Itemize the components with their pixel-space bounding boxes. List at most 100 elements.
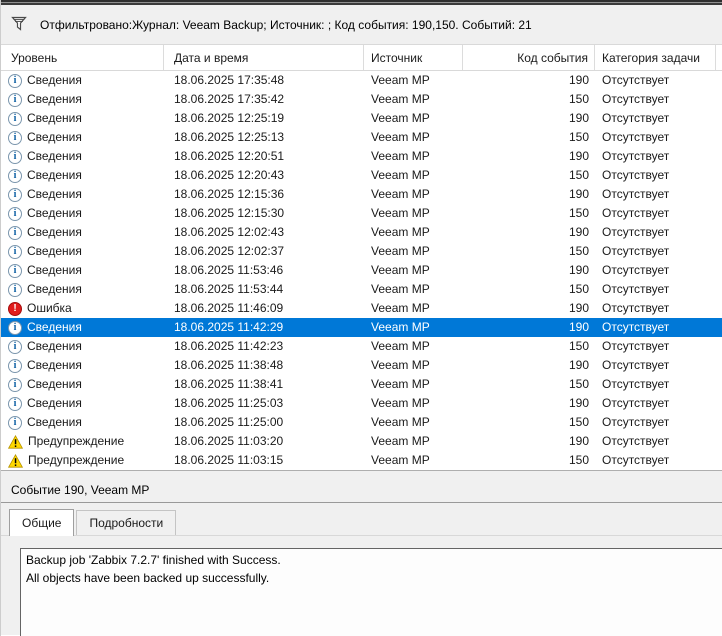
event-row[interactable]: i Сведения 18.06.2025 17:35:48 Veeam MP 190 О… (1, 71, 722, 90)
cell-level: i Сведения (1, 223, 164, 242)
cell-level: i Сведения (1, 318, 164, 337)
tab-general[interactable]: Общие (9, 509, 75, 536)
cell-category: Отсутствует (602, 339, 670, 353)
level-label: Сведения (27, 187, 82, 201)
cell-filler (716, 185, 722, 204)
cell-source: Veeam MP (371, 358, 430, 372)
preview-pane-title: Событие 190, Veeam MP (1, 477, 722, 503)
event-row[interactable]: Предупреждение 18.06.2025 11:03:20 Veeam M… (1, 432, 722, 451)
cell-level: i Сведения (1, 147, 164, 166)
info-icon: i (8, 377, 22, 392)
cell-code: 150 (568, 339, 589, 353)
event-row[interactable]: ! Ошибка 18.06.2025 11:46:09 Veeam MP 190 Отс… (1, 299, 722, 318)
event-row[interactable]: i Сведения 18.06.2025 12:25:13 Veeam MP 150 О… (1, 128, 722, 147)
cell-datetime: 18.06.2025 12:15:30 (174, 206, 285, 220)
cell-category: Отсутствует (602, 149, 670, 163)
event-description-line: All objects have been backed up successf… (26, 571, 270, 585)
event-row[interactable]: i Сведения 18.06.2025 11:25:00 Veeam MP 150 О… (1, 413, 722, 432)
cell-filler (716, 261, 722, 280)
info-icon: i (8, 358, 22, 373)
cell-code: 190 (568, 320, 589, 334)
cell-category: Отсутствует (602, 225, 670, 239)
event-viewer-panel: Отфильтровано:Журнал: Veeam Backup; Исто… (0, 0, 722, 636)
cell-source: Veeam MP (371, 434, 430, 448)
cell-filler (716, 413, 722, 432)
event-row[interactable]: i Сведения 18.06.2025 12:25:19 Veeam MP 190 О… (1, 109, 722, 128)
event-row[interactable]: i Сведения 18.06.2025 12:20:43 Veeam MP 150 О… (1, 166, 722, 185)
cell-datetime: 18.06.2025 11:38:41 (174, 377, 284, 391)
cell-source: Veeam MP (371, 73, 430, 87)
cell-filler (716, 375, 722, 394)
column-header-level[interactable]: Уровень (1, 45, 164, 70)
cell-level: i Сведения (1, 394, 164, 413)
level-label: Сведения (27, 339, 82, 353)
event-description-box[interactable]: Backup job 'Zabbix 7.2.7' finished with … (20, 548, 722, 636)
cell-source: Veeam MP (371, 149, 430, 163)
cell-level: Предупреждение (1, 432, 164, 451)
column-header-category[interactable]: Категория задачи (595, 45, 716, 70)
cell-filler (716, 356, 722, 375)
event-row-selected[interactable]: i Сведения 18.06.2025 11:42:29 Veeam MP 190 О… (1, 318, 722, 337)
cell-code: 190 (568, 149, 589, 163)
cell-filler (716, 90, 722, 109)
level-label: Сведения (27, 130, 82, 144)
event-row[interactable]: i Сведения 18.06.2025 11:53:44 Veeam MP 150 О… (1, 280, 722, 299)
cell-level: i Сведения (1, 337, 164, 356)
cell-category: Отсутствует (602, 453, 670, 467)
event-row[interactable]: i Сведения 18.06.2025 11:42:23 Veeam MP 150 О… (1, 337, 722, 356)
cell-category: Отсутствует (602, 73, 670, 87)
cell-datetime: 18.06.2025 12:15:36 (174, 187, 285, 201)
event-row[interactable]: i Сведения 18.06.2025 12:20:51 Veeam MP 190 О… (1, 147, 722, 166)
cell-source: Veeam MP (371, 206, 430, 220)
cell-datetime: 18.06.2025 12:20:43 (174, 168, 285, 182)
level-label: Сведения (27, 206, 82, 220)
level-label: Сведения (27, 168, 82, 182)
cell-filler (716, 71, 722, 90)
event-row[interactable]: i Сведения 18.06.2025 12:02:37 Veeam MP 150 О… (1, 242, 722, 261)
cell-category: Отсутствует (602, 244, 670, 258)
cell-datetime: 18.06.2025 11:38:48 (174, 358, 284, 372)
cell-filler (716, 280, 722, 299)
cell-source: Veeam MP (371, 244, 430, 258)
tab-details[interactable]: Подробности (76, 510, 177, 535)
cell-filler (716, 242, 722, 261)
cell-source: Veeam MP (371, 301, 430, 315)
cell-code: 190 (568, 301, 589, 315)
cell-source: Veeam MP (371, 339, 430, 353)
preview-tabstrip: Общие Подробности (1, 503, 722, 536)
column-header-datetime[interactable]: Дата и время (164, 45, 364, 70)
cell-code: 150 (568, 282, 589, 296)
event-row[interactable]: Предупреждение 18.06.2025 11:03:15 Veeam M… (1, 451, 722, 470)
cell-level: i Сведения (1, 413, 164, 432)
cell-filler (716, 128, 722, 147)
info-icon: i (8, 225, 22, 240)
cell-code: 190 (568, 263, 589, 277)
event-row[interactable]: i Сведения 18.06.2025 12:02:43 Veeam MP 190 О… (1, 223, 722, 242)
event-row[interactable]: i Сведения 18.06.2025 11:38:41 Veeam MP 150 О… (1, 375, 722, 394)
cell-source: Veeam MP (371, 453, 430, 467)
level-label: Ошибка (27, 301, 72, 315)
cell-level: i Сведения (1, 90, 164, 109)
event-row[interactable]: i Сведения 18.06.2025 11:53:46 Veeam MP 190 О… (1, 261, 722, 280)
cell-code: 150 (568, 377, 589, 391)
cell-source: Veeam MP (371, 396, 430, 410)
warning-icon (8, 453, 23, 468)
column-header-source[interactable]: Источник (364, 45, 463, 70)
event-row[interactable]: i Сведения 18.06.2025 11:25:03 Veeam MP 190 О… (1, 394, 722, 413)
cell-category: Отсутствует (602, 434, 670, 448)
cell-code: 190 (568, 358, 589, 372)
event-row[interactable]: i Сведения 18.06.2025 11:38:48 Veeam MP 190 О… (1, 356, 722, 375)
event-row[interactable]: i Сведения 18.06.2025 12:15:36 Veeam MP 190 О… (1, 185, 722, 204)
cell-level: ! Ошибка (1, 299, 164, 318)
pane-splitter[interactable] (1, 470, 722, 477)
cell-category: Отсутствует (602, 358, 670, 372)
info-icon: i (8, 168, 22, 183)
event-row[interactable]: i Сведения 18.06.2025 17:35:42 Veeam MP 150 О… (1, 90, 722, 109)
level-label: Сведения (27, 415, 82, 429)
filter-summary-bar: Отфильтровано:Журнал: Veeam Backup; Исто… (1, 5, 722, 45)
cell-filler (716, 451, 722, 470)
cell-source: Veeam MP (371, 111, 430, 125)
event-row[interactable]: i Сведения 18.06.2025 12:15:30 Veeam MP 150 О… (1, 204, 722, 223)
cell-source: Veeam MP (371, 320, 430, 334)
column-header-code[interactable]: Код события (463, 45, 595, 70)
